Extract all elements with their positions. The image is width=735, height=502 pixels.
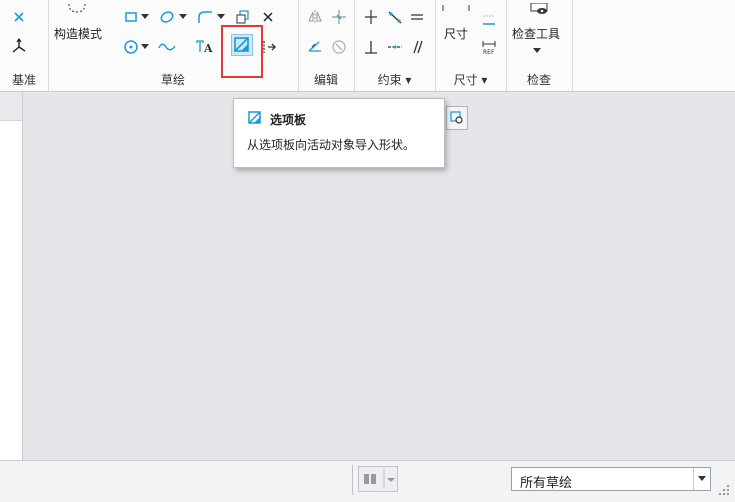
palette-tooltip: 选项板 从选项板向活动对象导入形状。 xyxy=(233,98,445,168)
group-datum: 基准 xyxy=(0,0,49,91)
chevron-down-icon[interactable] xyxy=(693,468,710,490)
status-divider xyxy=(352,465,353,495)
svg-text:REF: REF xyxy=(483,49,495,55)
rectangle-icon[interactable] xyxy=(122,8,140,26)
spline-icon[interactable] xyxy=(158,38,176,56)
group-label-dimension[interactable]: 尺寸 ▾ xyxy=(435,71,506,88)
group-label-edit: 编辑 xyxy=(313,73,338,87)
divide-icon[interactable] xyxy=(330,8,348,26)
group-label-datum: 基准 xyxy=(11,73,36,87)
point-on-entity-icon[interactable] xyxy=(386,8,404,26)
ellipse-dropdown-icon[interactable] xyxy=(178,8,188,26)
ellipse-icon[interactable] xyxy=(158,8,176,26)
fillet-icon[interactable] xyxy=(196,8,214,26)
coordinate-system-icon[interactable] xyxy=(10,37,28,55)
perpendicular-icon[interactable] xyxy=(362,38,380,56)
offset-icon[interactable] xyxy=(234,8,252,26)
reference-dimension-icon[interactable]: REF xyxy=(480,38,498,56)
svg-text:A: A xyxy=(203,42,213,54)
view-toolbar-button[interactable] xyxy=(446,106,468,130)
text-icon[interactable]: A xyxy=(196,38,214,56)
circle-icon[interactable] xyxy=(122,38,140,56)
highlight-box xyxy=(221,25,263,78)
circle-dropdown-icon[interactable] xyxy=(140,38,150,56)
baseline-icon[interactable] xyxy=(480,10,498,28)
equal-constraint-icon[interactable] xyxy=(408,8,426,26)
group-label-constrain[interactable]: 约束 ▾ xyxy=(354,71,435,88)
resize-grip-icon[interactable] xyxy=(717,483,731,497)
tooltip-title: 选项板 xyxy=(270,113,307,127)
tooltip-description: 从选项板向活动对象导入形状。 xyxy=(247,138,416,152)
group-inspect: 检查工具 检查 xyxy=(506,0,573,91)
corner-icon[interactable] xyxy=(306,38,324,56)
mirror-icon[interactable] xyxy=(306,8,324,26)
group-label-inspect: 检查 xyxy=(526,73,551,87)
point-x-icon[interactable] xyxy=(259,8,277,26)
ribbon: 基准 构造模式 A 草绘 编辑 约束 ▾ 尺寸 REF 尺寸 ▾ 检查工具 检查 xyxy=(0,0,735,92)
inspect-tools-icon[interactable] xyxy=(528,0,550,18)
rotate-resize-icon[interactable] xyxy=(330,38,348,56)
dimension-button[interactable]: 尺寸 xyxy=(444,25,468,42)
inspect-tools-button[interactable]: 检查工具 xyxy=(512,25,560,42)
group-constrain: 约束 ▾ xyxy=(354,0,436,91)
selection-filter-dropdown[interactable]: 所有草绘 xyxy=(511,467,711,491)
inspect-tools-dropdown-icon[interactable] xyxy=(530,42,544,60)
model-tree-header xyxy=(0,92,22,121)
rectangle-dropdown-icon[interactable] xyxy=(140,8,150,26)
parallel-icon[interactable] xyxy=(408,38,426,56)
selection-filter-value: 所有草绘 xyxy=(520,476,573,491)
group-dimension: 尺寸 REF 尺寸 ▾ xyxy=(435,0,507,91)
fillet-dropdown-icon[interactable] xyxy=(216,8,226,26)
model-tree-panel xyxy=(0,92,23,460)
tooltip-palette-icon xyxy=(247,110,263,129)
group-edit: 编辑 xyxy=(298,0,355,91)
midpoint-icon[interactable] xyxy=(386,38,404,56)
construction-mode-button[interactable]: 构造模式 xyxy=(54,25,102,42)
dimension-arrow-icon xyxy=(441,0,471,18)
vertical-constraint-icon[interactable] xyxy=(362,8,380,26)
view-settings-icon xyxy=(450,111,463,124)
coordinate-point-icon[interactable] xyxy=(10,8,28,26)
find-button[interactable] xyxy=(358,466,398,492)
binoculars-icon xyxy=(364,469,395,489)
construction-mode-icon[interactable] xyxy=(66,0,88,18)
